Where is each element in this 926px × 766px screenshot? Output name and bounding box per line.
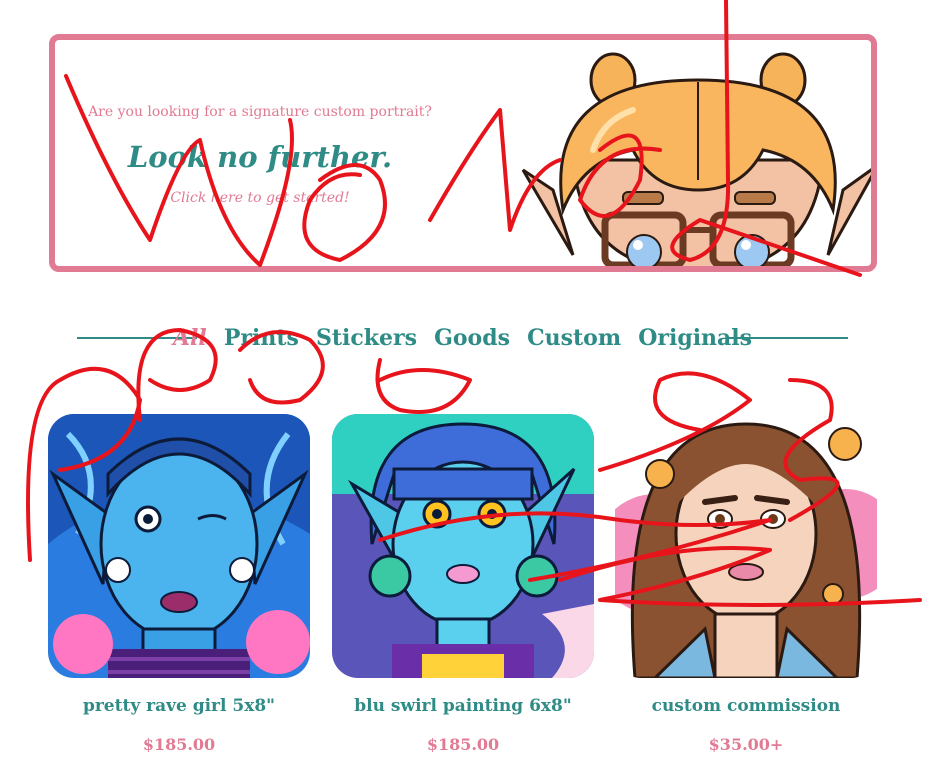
product-name[interactable]: blu swirl painting 6x8"	[332, 696, 594, 716]
product-price: $185.00	[426, 735, 500, 754]
product-name[interactable]: custom commission	[615, 696, 877, 716]
tab-stickers[interactable]: Stickers	[316, 318, 417, 358]
product-card: custom commission $35.00+	[615, 414, 877, 754]
banner-character-art	[521, 52, 871, 266]
tab-custom[interactable]: Custom	[527, 318, 621, 358]
banner-title: Look no further.	[127, 140, 393, 174]
product-image[interactable]	[332, 414, 594, 678]
tab-prints[interactable]: Prints	[224, 318, 299, 358]
tab-all[interactable]: All	[173, 318, 207, 358]
product-card: blu swirl painting 6x8" $185.00	[332, 414, 594, 754]
banner-cta-link[interactable]: Click here to get started!	[85, 190, 435, 206]
category-tabs: All Prints Stickers Goods Custom Origina…	[77, 318, 848, 358]
banner-question: Are you looking for a signature custom p…	[88, 104, 432, 120]
tab-originals[interactable]: Originals	[638, 318, 752, 358]
tab-goods[interactable]: Goods	[434, 318, 510, 358]
portrait-banner[interactable]: Are you looking for a signature custom p…	[49, 34, 877, 272]
product-image[interactable]	[615, 414, 877, 678]
product-card: pretty rave girl 5x8" $185.00	[48, 414, 310, 754]
product-price: $35.00+	[708, 735, 784, 754]
product-image[interactable]	[48, 414, 310, 678]
category-nav: All Prints Stickers Goods Custom Origina…	[77, 318, 848, 358]
product-name[interactable]: pretty rave girl 5x8"	[48, 696, 310, 716]
product-price: $185.00	[142, 735, 216, 754]
